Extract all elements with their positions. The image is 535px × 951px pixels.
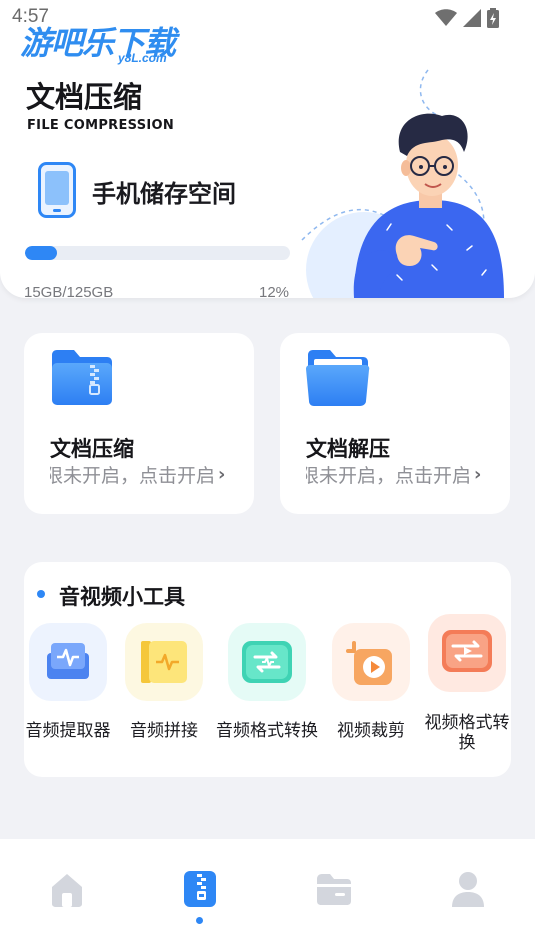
tool-label: 音频格式转换 [216, 721, 318, 741]
tool-audio-convert[interactable]: 音频格式转换 [215, 623, 319, 741]
nav-profile-icon[interactable] [448, 869, 488, 909]
compress-desc-marquee: 限未开启，点击开启 [50, 461, 215, 487]
watermark-logo-sub: y8L.com [118, 51, 167, 65]
video-crop-icon [332, 623, 410, 701]
nav-home-icon[interactable] [47, 869, 87, 909]
tool-label: 视频格式转换 [424, 713, 510, 753]
extract-card[interactable]: 文档解压 限未开启，点击开启 › [280, 333, 510, 514]
section-dot [37, 590, 45, 598]
storage-progress-bar [25, 246, 290, 260]
audio-join-icon [125, 623, 203, 701]
battery-icon [487, 8, 499, 32]
tool-video-convert[interactable]: 视频格式转换 [415, 614, 519, 753]
page-subtitle: FILE COMPRESSION [27, 118, 175, 133]
video-convert-icon [428, 614, 506, 692]
audio-convert-icon [228, 623, 306, 701]
page-title: 文档压缩 [26, 80, 143, 114]
compress-card[interactable]: 文档压缩 限未开启，点击开启 › [24, 333, 254, 514]
signal-icon [463, 9, 481, 31]
status-icons [435, 8, 499, 32]
tools-section: 音视频小工具 音频提取器 音频拼接 音频格式转换 视频裁剪 视频格式转换 [24, 562, 511, 777]
extract-title: 文档解压 [306, 437, 390, 461]
nav-active-dot [196, 917, 203, 924]
storage-used-text: 15GB/125GB [24, 284, 114, 298]
storage-percent-text: 12% [259, 284, 290, 298]
storage-label: 手机储存空间 [92, 180, 236, 208]
audio-extract-icon [29, 623, 107, 701]
extract-desc: 限未开启，点击开启 [306, 465, 471, 487]
extract-desc-marquee: 限未开启，点击开启 [306, 461, 471, 487]
tool-video-crop[interactable]: 视频裁剪 [319, 623, 423, 741]
open-folder-icon [306, 349, 370, 413]
nav-folder-icon[interactable] [314, 869, 354, 909]
compress-title: 文档压缩 [50, 437, 134, 461]
tools-title: 音视频小工具 [59, 585, 185, 609]
chevron-right-icon: › [218, 464, 226, 485]
tool-label: 视频裁剪 [337, 721, 405, 741]
tool-audio-join[interactable]: 音频拼接 [112, 623, 216, 741]
tool-audio-extract[interactable]: 音频提取器 [16, 623, 120, 741]
zip-folder-icon [50, 349, 114, 413]
chevron-right-icon: › [474, 464, 482, 485]
wifi-icon [435, 9, 457, 31]
tool-label: 音频拼接 [130, 721, 198, 741]
nav-compress-icon[interactable] [180, 869, 220, 909]
compress-desc: 限未开启，点击开启 [50, 465, 215, 487]
tool-label: 音频提取器 [25, 721, 111, 741]
phone-icon [38, 162, 76, 222]
watermark-logo: 游吧乐下载 y8L.com [20, 18, 190, 68]
storage-progress-fill [25, 246, 57, 260]
person-illustration [292, 60, 535, 298]
bottom-nav [0, 839, 535, 951]
